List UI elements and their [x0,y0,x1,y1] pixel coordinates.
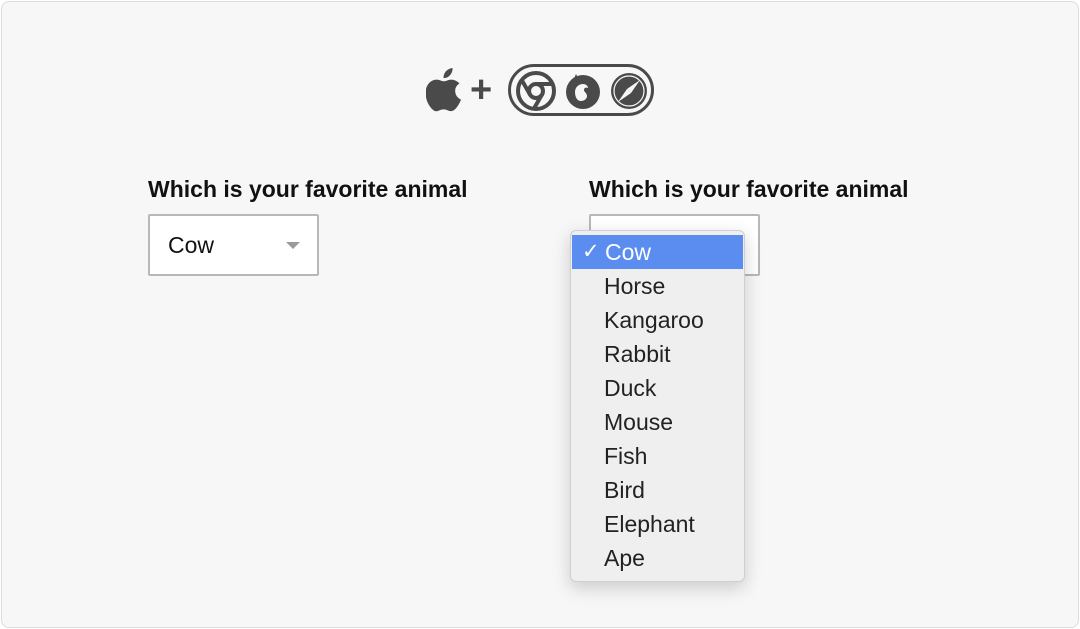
checkmark-icon: ✓ [582,240,600,263]
firefox-icon [566,74,600,109]
menu-option-duck[interactable]: Duck [571,371,744,405]
menu-option-mouse[interactable]: Mouse [571,405,744,439]
menu-option-cow[interactable]: ✓ Cow [572,235,743,269]
right-select-label: Which is your favorite animal [589,176,909,202]
left-animal-select[interactable]: Cow [148,214,319,276]
browser-icons-pill [508,64,654,116]
left-select-value: Cow [168,232,215,258]
menu-option-bird[interactable]: Bird [571,473,744,507]
chevron-down-icon [286,242,300,249]
chrome-icon [516,71,556,111]
animal-dropdown-menu: ✓ Cow Horse Kangaroo Rabbit Duck Mouse F… [570,230,745,582]
menu-option-ape[interactable]: Ape [571,541,744,575]
menu-option-horse[interactable]: Horse [571,269,744,303]
menu-option-elephant[interactable]: Elephant [571,507,744,541]
safari-icon [611,73,647,109]
menu-option-fish[interactable]: Fish [571,439,744,473]
menu-option-kangaroo[interactable]: Kangaroo [571,303,744,337]
menu-option-rabbit[interactable]: Rabbit [571,337,744,371]
page-background: + Which is your favorite animal Cow Whic… [1,1,1079,628]
left-select-label: Which is your favorite animal [148,176,468,202]
apple-icon [426,68,461,112]
browser-support-logos: + [2,62,1080,122]
plus-sign: + [470,69,493,111]
